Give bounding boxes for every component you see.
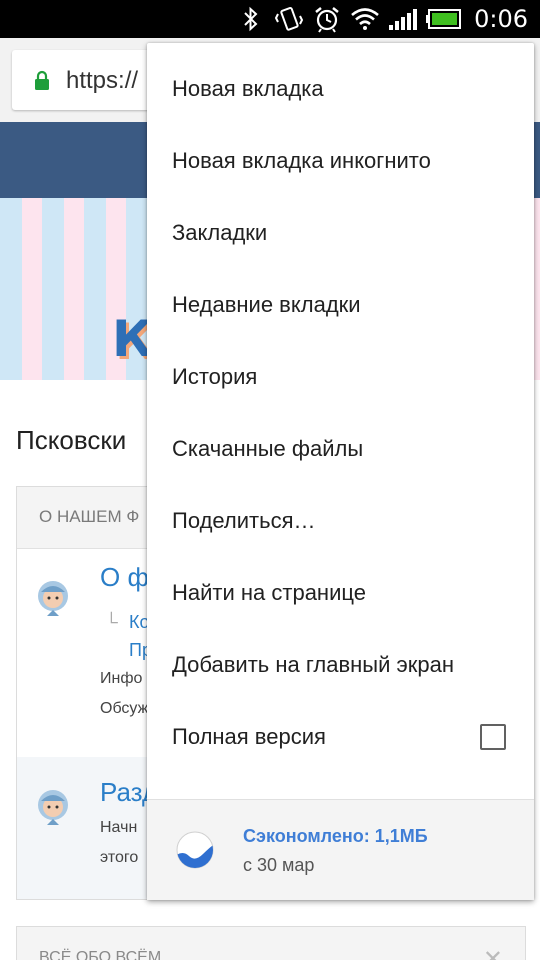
data-saved-since: с 30 мар (243, 855, 315, 875)
data-saver-footer[interactable]: Сэкономлено: 1,1МБ с 30 мар (147, 799, 534, 900)
desktop-site-checkbox[interactable] (480, 724, 506, 750)
menu-item-add-to-home[interactable]: Добавить на главный экран (147, 629, 534, 701)
section-header: ВСЁ ОБО ВСЁМ (39, 949, 162, 960)
menu-item-label: Новая вкладка (172, 76, 324, 101)
menu-item-recent-tabs[interactable]: Недавние вкладки (147, 269, 534, 341)
forum-description: Обсуж (100, 700, 149, 717)
forum-avatar-icon (33, 787, 73, 831)
signal-icon (388, 4, 418, 34)
forum-description: этого (100, 849, 139, 866)
vibrate-icon (274, 4, 304, 34)
subforum-tree-icon: └ (105, 612, 118, 632)
alarm-icon (312, 4, 342, 34)
menu-item-incognito-tab[interactable]: Новая вкладка инкогнито (147, 125, 534, 197)
menu-item-history[interactable]: История (147, 341, 534, 413)
data-saver-icon (175, 830, 215, 870)
menu-item-label: Недавние вкладки (172, 292, 361, 317)
menu-item-label: Новая вкладка инкогнито (172, 148, 431, 173)
clock: 0:06 (474, 5, 528, 33)
bluetooth-icon (236, 4, 266, 34)
menu-item-label: Поделиться… (172, 508, 316, 533)
url-text: https:// (66, 67, 139, 94)
menu-item-bookmarks[interactable]: Закладки (147, 197, 534, 269)
data-saved-title: Сэкономлено: 1,1МБ (243, 826, 428, 846)
menu-item-share[interactable]: Поделиться… (147, 485, 534, 557)
wifi-icon (350, 4, 380, 34)
status-icons: 0:06 (236, 0, 528, 38)
menu-item-desktop-site[interactable]: Полная версия (147, 701, 534, 773)
menu-item-label: Полная версия (172, 724, 326, 749)
overflow-menu: Новая вкладка Новая вкладка инкогнито За… (147, 43, 534, 900)
forum-section-2[interactable]: ВСЁ ОБО ВСЁМ ✕ (16, 926, 526, 960)
page-title: Псковски (16, 425, 127, 455)
battery-icon (426, 4, 462, 34)
menu-item-label: Добавить на главный экран (172, 652, 454, 677)
status-bar: 0:06 (0, 0, 540, 38)
menu-item-label: Закладки (172, 220, 268, 245)
lock-icon (34, 70, 50, 90)
menu-item-find-in-page[interactable]: Найти на странице (147, 557, 534, 629)
menu-item-label: История (172, 364, 258, 389)
menu-item-downloads[interactable]: Скачанные файлы (147, 413, 534, 485)
forum-description: Инфо (100, 670, 143, 687)
collapse-icon[interactable]: ✕ (483, 945, 503, 960)
forum-avatar-icon (33, 578, 73, 622)
menu-item-label: Найти на странице (172, 580, 366, 605)
menu-item-new-tab[interactable]: Новая вкладка (147, 53, 534, 125)
menu-item-label: Скачанные файлы (172, 436, 364, 461)
forum-description: Начн (100, 819, 138, 836)
